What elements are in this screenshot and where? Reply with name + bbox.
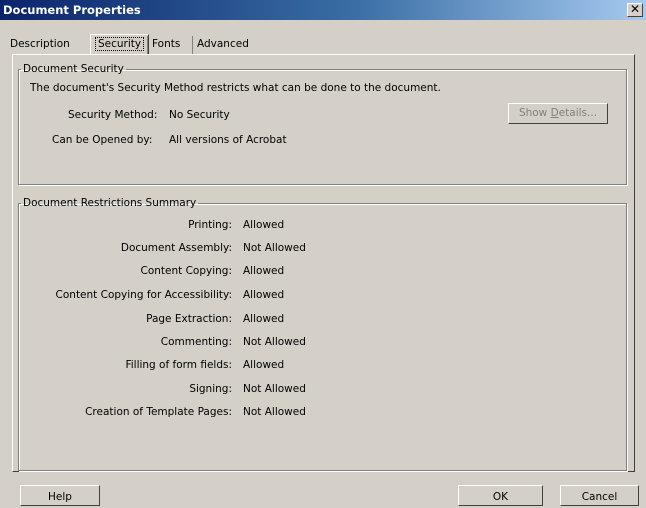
restriction-label: Page Extraction: — [146, 313, 232, 325]
show-details-button[interactable]: Show Details... — [508, 103, 608, 124]
restriction-value: Allowed — [243, 359, 285, 371]
close-button[interactable]: ✕ — [627, 3, 643, 17]
opened-by-value: All versions of Acrobat — [169, 134, 287, 146]
security-method-label: Security Method: — [68, 109, 158, 121]
help-button[interactable]: Help — [20, 485, 100, 506]
restriction-label: Content Copying for Accessibility: — [55, 289, 232, 301]
restriction-label: Creation of Template Pages: — [85, 406, 232, 418]
restrictions-summary-legend: Document Restrictions Summary — [23, 197, 197, 209]
title-bar: Document Properties ✕ — [0, 0, 646, 20]
opened-by-label: Can be Opened by: — [52, 134, 153, 146]
restriction-label: Commenting: — [160, 336, 232, 348]
restriction-value: Not Allowed — [243, 383, 306, 395]
close-icon: ✕ — [629, 2, 641, 16]
restriction-label: Signing: — [189, 383, 232, 395]
tab-advanced[interactable]: Advanced — [192, 36, 253, 54]
restriction-label: Document Assembly: — [120, 242, 232, 254]
restriction-label: Printing: — [188, 219, 232, 231]
ok-button[interactable]: OK — [458, 485, 543, 506]
security-method-value: No Security — [169, 109, 230, 121]
restriction-value: Not Allowed — [243, 336, 306, 348]
tab-description[interactable]: Description — [6, 36, 74, 54]
restriction-value: Allowed — [243, 219, 285, 231]
restrictions-summary-group: Document Restrictions Summary — [18, 197, 627, 471]
restriction-value: Not Allowed — [243, 406, 306, 418]
restriction-value: Allowed — [243, 313, 285, 325]
restriction-value: Not Allowed — [243, 242, 306, 254]
tab-fonts[interactable]: Fonts — [147, 36, 184, 54]
restriction-label: Content Copying: — [140, 265, 232, 277]
tab-security[interactable]: Security — [90, 34, 150, 55]
document-security-legend: Document Security — [23, 63, 124, 75]
restriction-value: Allowed — [243, 265, 285, 277]
restriction-label: Filling of form fields: — [125, 359, 232, 371]
restriction-value: Allowed — [243, 289, 285, 301]
cancel-button[interactable]: Cancel — [560, 485, 639, 506]
window-title: Document Properties — [3, 3, 141, 17]
security-description: The document's Security Method restricts… — [30, 82, 441, 94]
